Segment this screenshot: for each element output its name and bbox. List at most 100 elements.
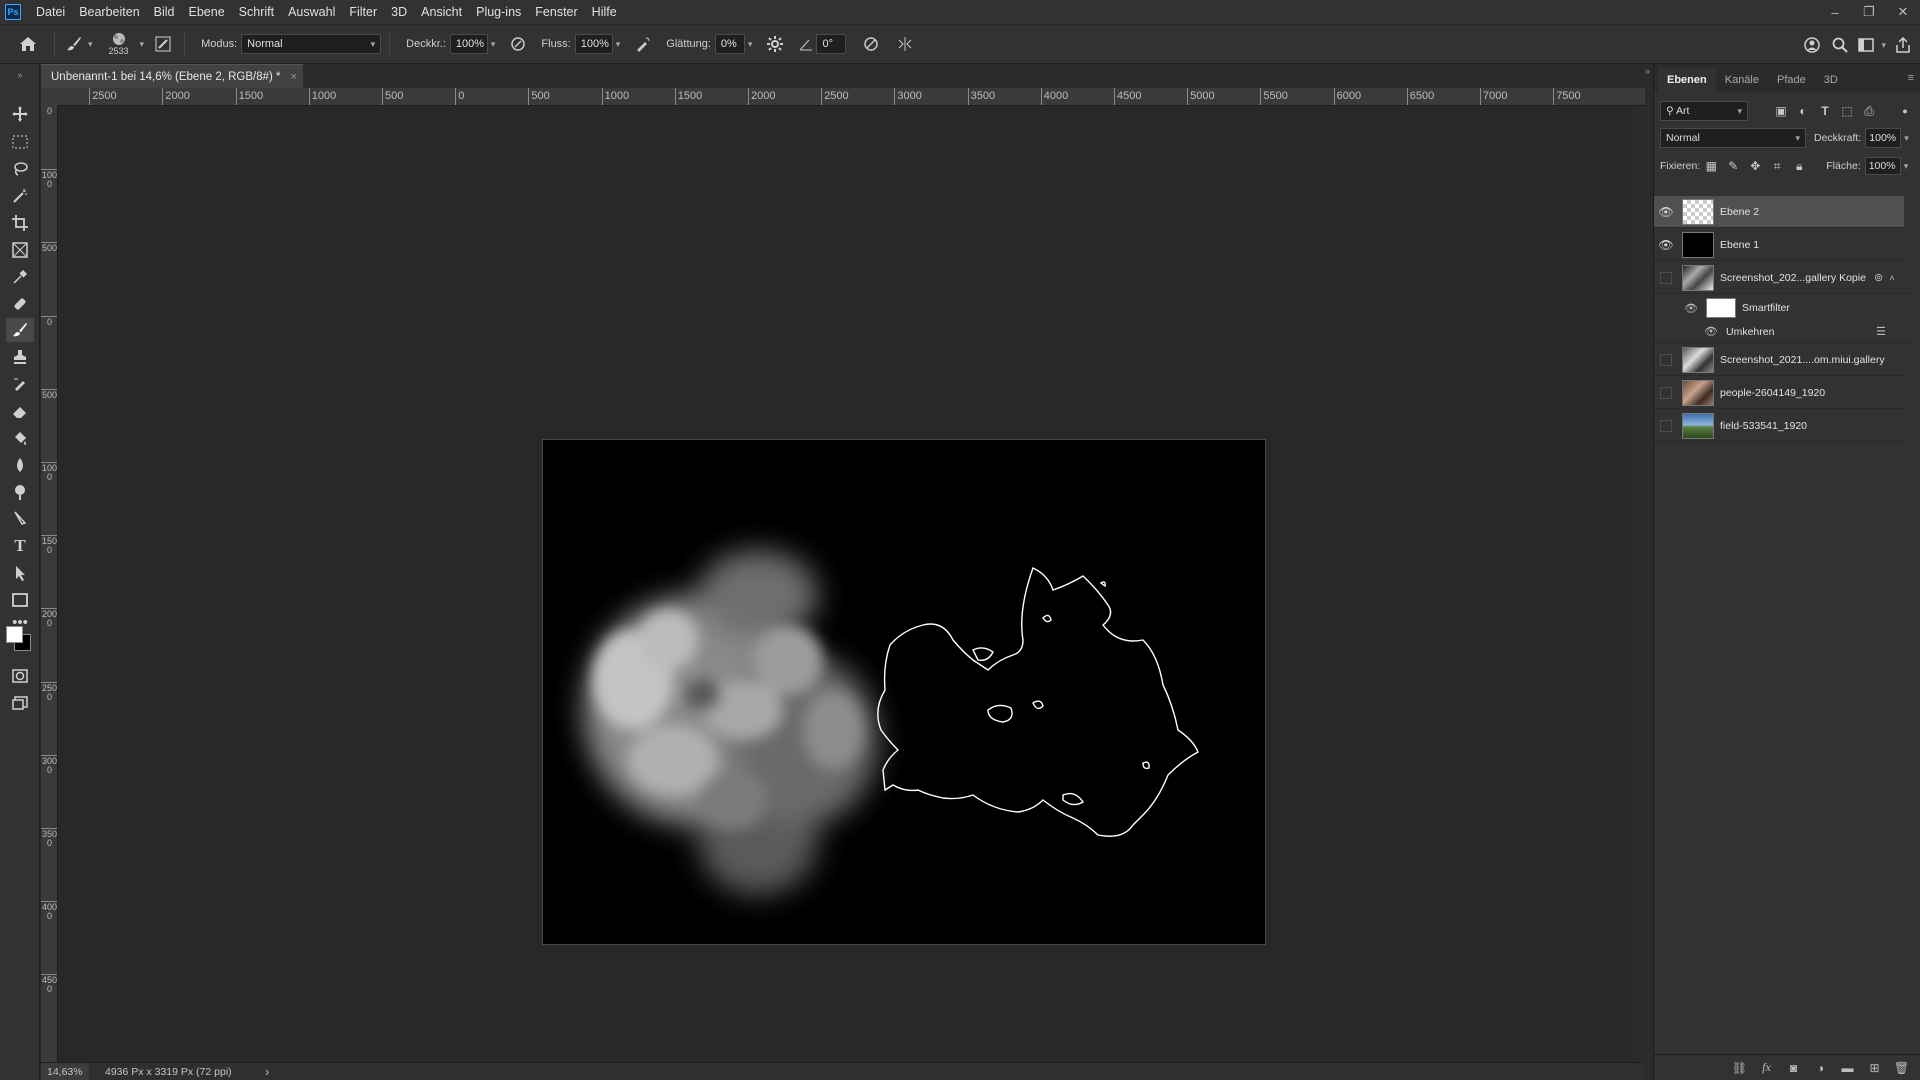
- menu-filter[interactable]: Filter: [342, 0, 384, 24]
- chevron-down-icon[interactable]: ▾: [88, 39, 93, 50]
- pressure-size-icon[interactable]: [856, 29, 886, 59]
- move-tool-icon[interactable]: [6, 102, 34, 126]
- eyedropper-tool-icon[interactable]: [6, 265, 34, 289]
- healing-brush-tool-icon[interactable]: [6, 292, 34, 316]
- document-info[interactable]: 4936 Px x 3319 Px (72 ppi): [105, 1066, 255, 1078]
- chevron-down-icon[interactable]: ▾: [1904, 133, 1909, 144]
- marquee-tool-icon[interactable]: [6, 130, 34, 154]
- link-layers-icon[interactable]: ⛓︎: [1726, 1061, 1753, 1075]
- filter-adjustment-icon[interactable]: ◐: [1792, 104, 1814, 118]
- chevron-down-icon[interactable]: ▾: [140, 39, 145, 50]
- canvas-area[interactable]: [58, 106, 1633, 1062]
- vertical-ruler[interactable]: 1500 1000 500 0 500 1000 1500 2000 2500 3000 3500 4…: [41, 106, 58, 1062]
- opacity-input[interactable]: 100%: [449, 34, 488, 54]
- angle-input[interactable]: 0°: [816, 34, 847, 54]
- menu-plugins[interactable]: Plug-ins: [469, 0, 528, 24]
- clone-stamp-tool-icon[interactable]: [6, 345, 34, 369]
- horizontal-ruler[interactable]: 3000250020001500100050005001000150020002…: [58, 88, 1645, 106]
- filter-type-icon[interactable]: T: [1814, 104, 1836, 118]
- filter-toggle-icon[interactable]: ●: [1894, 106, 1916, 116]
- layer-row[interactable]: field-533541_1920: [1654, 410, 1904, 442]
- lock-position-icon[interactable]: ✥: [1744, 159, 1766, 173]
- foreground-color-swatch[interactable]: [6, 626, 23, 643]
- menu-hilfe[interactable]: Hilfe: [585, 0, 624, 24]
- flow-input[interactable]: 100%: [574, 34, 613, 54]
- smart-filter-row[interactable]: 👁︎ Smartfilter: [1654, 295, 1904, 321]
- screen-mode-icon[interactable]: [6, 691, 34, 715]
- fx-icon[interactable]: fx: [1753, 1060, 1780, 1075]
- menu-auswahl[interactable]: Auswahl: [281, 0, 342, 24]
- layer-row[interactable]: 👁︎ Ebene 2: [1654, 196, 1904, 228]
- layer-row[interactable]: Screenshot_202...gallery Kopie ⊚ ˄: [1654, 262, 1916, 294]
- menu-ansicht[interactable]: Ansicht: [414, 0, 469, 24]
- menu-3d[interactable]: 3D: [384, 0, 414, 24]
- blur-tool-icon[interactable]: [6, 453, 34, 477]
- add-mask-icon[interactable]: ◙: [1780, 1061, 1807, 1075]
- filter-effect-row[interactable]: 👁︎ Umkehren ☰: [1654, 321, 1916, 343]
- tab-kanaele[interactable]: Kanäle: [1716, 68, 1768, 92]
- brush-tool-icon[interactable]: [6, 318, 34, 342]
- lasso-tool-icon[interactable]: [6, 157, 34, 181]
- pen-tool-icon[interactable]: [6, 507, 34, 531]
- layer-row[interactable]: Screenshot_2021....om.miui.gallery: [1654, 344, 1904, 376]
- visibility-toggle[interactable]: [1660, 271, 1672, 284]
- eye-icon[interactable]: 👁︎: [1654, 325, 1718, 338]
- path-selection-tool-icon[interactable]: [6, 561, 34, 585]
- symmetry-icon[interactable]: [890, 29, 920, 59]
- lock-artboard-icon[interactable]: ⌗: [1766, 159, 1788, 174]
- adjustment-layer-icon[interactable]: ◑: [1807, 1061, 1834, 1075]
- tab-ebenen[interactable]: Ebenen: [1658, 68, 1716, 92]
- chevron-down-icon[interactable]: ▾: [748, 39, 753, 50]
- eraser-tool-icon[interactable]: [6, 399, 34, 423]
- menu-bearbeiten[interactable]: Bearbeiten: [72, 0, 146, 24]
- lock-transparency-icon[interactable]: ▦: [1700, 159, 1722, 173]
- fill-input[interactable]: 100%: [1864, 157, 1901, 175]
- quick-mask-icon[interactable]: [6, 664, 34, 688]
- menu-schrift[interactable]: Schrift: [232, 0, 281, 24]
- menu-fenster[interactable]: Fenster: [528, 0, 584, 24]
- document-canvas[interactable]: [542, 439, 1266, 945]
- share-icon[interactable]: [1886, 30, 1920, 60]
- eye-icon[interactable]: 👁︎: [1654, 205, 1678, 219]
- user-icon[interactable]: [1798, 30, 1826, 60]
- chevron-down-icon[interactable]: ▾: [616, 39, 621, 50]
- close-icon[interactable]: ×: [291, 71, 297, 83]
- new-layer-icon[interactable]: ⊞: [1861, 1061, 1888, 1075]
- menu-datei[interactable]: Datei: [29, 0, 72, 24]
- menu-bild[interactable]: Bild: [147, 0, 182, 24]
- search-icon[interactable]: [1826, 30, 1854, 60]
- new-group-icon[interactable]: ▬: [1834, 1061, 1861, 1075]
- visibility-toggle[interactable]: [1660, 386, 1672, 399]
- chevron-right-icon[interactable]: ›: [265, 1064, 269, 1079]
- visibility-toggle[interactable]: [1660, 419, 1672, 432]
- eye-icon[interactable]: 👁︎: [1654, 238, 1678, 252]
- lock-all-icon[interactable]: 🔒︎: [1788, 159, 1810, 174]
- layer-opacity-input[interactable]: 100%: [1865, 128, 1902, 148]
- chevron-up-icon[interactable]: ˄: [1889, 273, 1894, 283]
- filter-smartobject-icon[interactable]: ⎙: [1858, 104, 1880, 119]
- pressure-opacity-icon[interactable]: [503, 29, 533, 59]
- trash-icon[interactable]: 🗑︎: [1888, 1061, 1915, 1075]
- filter-options-icon[interactable]: ☰: [1876, 325, 1886, 338]
- smart-filter-icon[interactable]: ⊚: [1874, 271, 1883, 284]
- layer-filter-select[interactable]: ⚲ Art ▾: [1660, 101, 1748, 121]
- dodge-tool-icon[interactable]: [6, 480, 34, 504]
- restore-button[interactable]: ❐: [1852, 0, 1886, 24]
- history-brush-tool-icon[interactable]: [6, 372, 34, 396]
- eye-icon[interactable]: 👁︎: [1654, 302, 1698, 315]
- magic-wand-tool-icon[interactable]: [6, 184, 34, 208]
- type-tool-icon[interactable]: T: [6, 534, 34, 558]
- mode-select[interactable]: Normal ▾: [241, 34, 382, 54]
- filter-shape-icon[interactable]: ⬚: [1836, 104, 1858, 118]
- filter-pixel-icon[interactable]: ▣: [1770, 104, 1792, 118]
- tab-pfade[interactable]: Pfade: [1768, 68, 1815, 92]
- chevron-down-icon[interactable]: ▾: [1904, 161, 1909, 172]
- collapse-toolbar-icon[interactable]: »: [6, 70, 34, 80]
- minimize-button[interactable]: –: [1818, 0, 1852, 24]
- close-window-button[interactable]: ✕: [1886, 0, 1920, 24]
- frame-tool-icon[interactable]: [6, 238, 34, 262]
- brush-tool-preset-icon[interactable]: [63, 29, 85, 59]
- rectangle-tool-icon[interactable]: [6, 588, 34, 612]
- home-icon[interactable]: [10, 29, 46, 59]
- chevron-down-icon[interactable]: ▾: [491, 39, 496, 50]
